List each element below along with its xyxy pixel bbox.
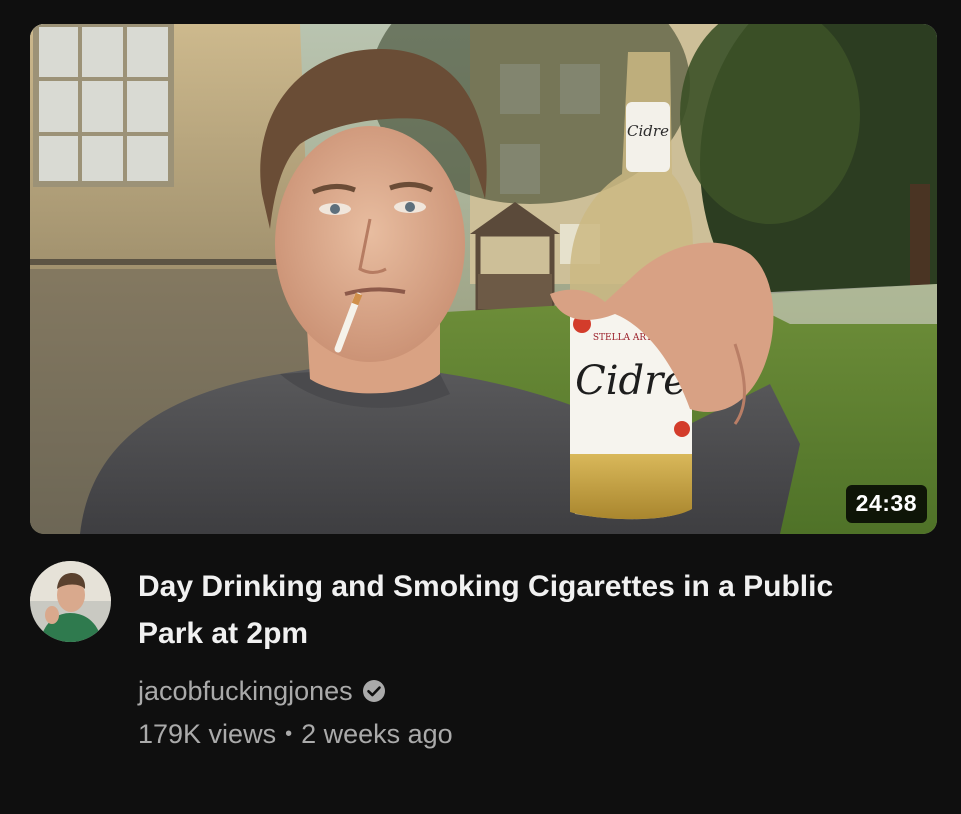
upload-age: 2 weeks ago <box>301 718 453 749</box>
thumbnail-image: Cidre STELLA ARTOIS Cidre <box>30 24 937 534</box>
svg-text:Cidre: Cidre <box>627 122 669 140</box>
duration-badge: 24:38 <box>845 485 927 523</box>
verified-check-icon <box>362 680 385 702</box>
channel-name[interactable]: jacobfuckingjones <box>138 676 353 707</box>
video-title[interactable]: Day Drinking and Smoking Cigarettes in a… <box>138 563 898 657</box>
video-stats: 179K views • 2 weeks ago <box>138 717 898 751</box>
stats-separator: • <box>285 722 293 745</box>
view-count: 179K views <box>138 718 277 749</box>
channel-avatar[interactable] <box>30 561 111 642</box>
avatar-image <box>30 561 111 642</box>
video-thumbnail[interactable]: Cidre STELLA ARTOIS Cidre 24:38 <box>30 24 937 534</box>
channel-row: jacobfuckingjones <box>138 674 898 708</box>
video-card[interactable]: Cidre STELLA ARTOIS Cidre 24:38 Day Drin… <box>0 0 961 814</box>
video-meta: Day Drinking and Smoking Cigarettes in a… <box>138 563 898 751</box>
